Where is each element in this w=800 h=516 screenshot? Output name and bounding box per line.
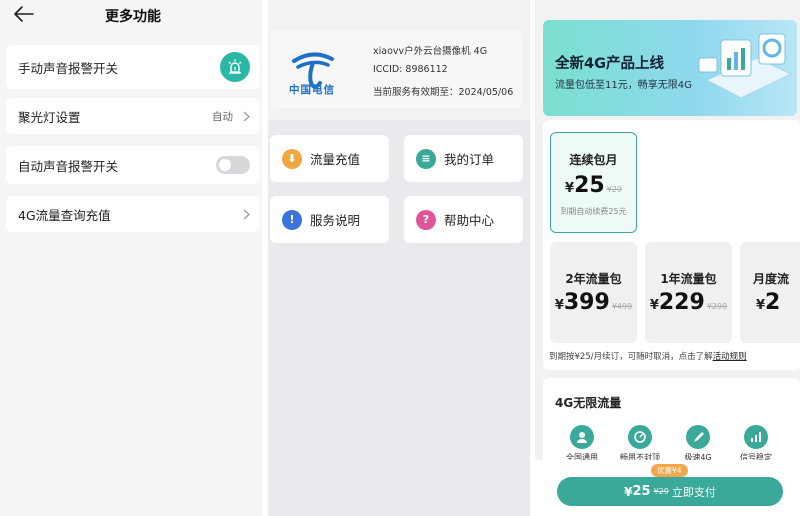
plan-price: ¥2 bbox=[756, 290, 800, 315]
features-title: 4G无限流量 bbox=[555, 396, 622, 410]
currency-symbol: ¥ bbox=[624, 484, 633, 499]
pay-original-price: ¥29 bbox=[653, 487, 669, 496]
rocket-icon bbox=[686, 425, 710, 449]
data-recharge-tile[interactable]: ⬇ 流量充值 bbox=[270, 135, 389, 182]
arrow-left-icon[interactable] bbox=[13, 4, 35, 24]
download-icon: ⬇ bbox=[282, 148, 302, 169]
price-value: 2 bbox=[765, 290, 781, 315]
feature-label: 极速4G bbox=[684, 453, 712, 460]
alarm-icon bbox=[228, 59, 242, 74]
currency-symbol: ¥ bbox=[756, 298, 766, 313]
manual-alarm-row: 手动声音报警开关 bbox=[6, 45, 260, 89]
pay-now-button[interactable]: ¥25 ¥29 立即支付 bbox=[557, 477, 783, 506]
data-query-recharge-row[interactable]: 4G流量查询充值 bbox=[6, 196, 260, 232]
expiry-text: 当前服务有效期至：2024/05/06 bbox=[373, 87, 514, 98]
page-title: 更多功能 bbox=[105, 9, 161, 25]
original-price: ¥29 bbox=[606, 185, 622, 194]
auto-alarm-row: 自动声音报警开关 bbox=[6, 146, 260, 184]
tile-label: 流量充值 bbox=[310, 152, 361, 167]
spotlight-value: 自动 bbox=[212, 110, 233, 123]
feature-label: 畅用不封顶 bbox=[620, 453, 660, 460]
rules-link[interactable]: 活动规则 bbox=[713, 352, 747, 362]
banner-title: 全新4G产品上线 bbox=[555, 56, 664, 72]
service-panel: 中国电信 xiaovv户外云台摄像机 4G ICCID: 8986112 当前服… bbox=[268, 0, 530, 516]
plan-price: ¥229 ¥299 bbox=[645, 290, 732, 315]
chevron-right-icon bbox=[243, 111, 250, 121]
spotlight-label: 聚光灯设置 bbox=[18, 109, 81, 125]
plan-panel: 全新4G产品上线 流量包低至11元，畅享无限4G 连续包月 ¥25 ¥29 到期自… bbox=[535, 0, 800, 516]
user-icon bbox=[570, 425, 594, 449]
operator-logo-text: 中国电信 bbox=[289, 84, 335, 96]
plan-name: 1年流量包 bbox=[660, 272, 717, 286]
signal-icon bbox=[744, 425, 768, 449]
currency-symbol: ¥ bbox=[649, 298, 659, 313]
auto-alarm-toggle[interactable] bbox=[216, 156, 250, 174]
info-icon: ! bbox=[282, 209, 302, 230]
plan-name: 月度流 bbox=[753, 272, 790, 286]
gauge-icon bbox=[628, 425, 652, 449]
device-info-card: 中国电信 xiaovv户外云台摄像机 4G ICCID: 8986112 当前服… bbox=[270, 30, 523, 108]
original-price: ¥299 bbox=[706, 302, 728, 311]
feature-item: 极速4G bbox=[673, 425, 723, 460]
tile-label: 帮助中心 bbox=[444, 213, 495, 228]
chevron-right-icon bbox=[243, 209, 250, 219]
tile-label: 服务说明 bbox=[310, 213, 361, 228]
plan-name: 2年流量包 bbox=[565, 272, 622, 286]
tile-label: 我的订单 bbox=[444, 152, 495, 167]
pay-label: 立即支付 bbox=[671, 485, 716, 499]
settings-panel: 更多功能 手动声音报警开关 聚光灯设置 自动 自动声音报警开关 4G流量查询充值 bbox=[0, 0, 262, 516]
currency-symbol: ¥ bbox=[565, 181, 575, 196]
service-tiles-area: ⬇ 流量充值 ≡ 我的订单 ! 服务说明 ? 帮助中心 bbox=[268, 120, 530, 516]
manual-alarm-label: 手动声音报警开关 bbox=[18, 60, 119, 76]
iccid-text: ICCID: 8986112 bbox=[373, 64, 448, 75]
banner-subtitle: 流量包低至11元，畅享无限4G bbox=[555, 80, 692, 91]
order-icon: ≡ bbox=[416, 148, 436, 169]
currency-symbol: ¥ bbox=[554, 298, 564, 313]
banner-illustration bbox=[698, 33, 793, 99]
plan-name: 连续包月 bbox=[569, 153, 618, 167]
pay-price: 25 bbox=[632, 484, 651, 499]
renewal-description: 到期按¥25/月续订，可随时取消，点击了解活动规则 bbox=[549, 350, 747, 362]
service-info-tile[interactable]: ! 服务说明 bbox=[270, 196, 389, 243]
plan-card-monthly-pack[interactable]: 月度流 ¥2 bbox=[740, 242, 800, 343]
original-price: ¥499 bbox=[611, 302, 633, 311]
promo-banner[interactable]: 全新4G产品上线 流量包低至11元，畅享无限4G bbox=[543, 20, 797, 116]
plan-price: ¥25 ¥29 bbox=[551, 173, 636, 198]
auto-alarm-label: 自动声音报警开关 bbox=[18, 158, 119, 174]
my-orders-tile[interactable]: ≡ 我的订单 bbox=[404, 135, 523, 182]
discount-badge: 优惠¥4 bbox=[651, 464, 688, 477]
plan-note: 到期自动续费25元 bbox=[560, 207, 627, 216]
plan-card-2year[interactable]: 2年流量包 ¥399 ¥499 bbox=[550, 242, 637, 343]
price-value: 399 bbox=[563, 290, 610, 315]
feature-item: 全国通用 bbox=[557, 425, 607, 460]
plans-section: 连续包月 ¥25 ¥29 到期自动续费25元 2年流量包 ¥399 ¥499 1年流… bbox=[543, 120, 800, 370]
feature-label: 全国通用 bbox=[566, 453, 598, 460]
plan-card-monthly[interactable]: 连续包月 ¥25 ¥29 到期自动续费25元 bbox=[550, 132, 637, 233]
alarm-icon-button[interactable] bbox=[220, 52, 250, 82]
renewal-text: 到期按¥25/月续订，可随时取消，点击了解 bbox=[549, 352, 713, 362]
plan-price: ¥399 ¥499 bbox=[550, 290, 637, 315]
settings-header: 更多功能 bbox=[0, 0, 262, 30]
device-name: xiaovv户外云台摄像机 4G bbox=[373, 46, 488, 57]
feature-item: 畅用不封顶 bbox=[615, 425, 665, 460]
pay-bar: ¥25 ¥29 立即支付 优惠¥4 bbox=[535, 460, 800, 516]
help-center-tile[interactable]: ? 帮助中心 bbox=[404, 196, 523, 243]
price-value: 229 bbox=[658, 290, 705, 315]
feature-item: 信号稳定 bbox=[731, 425, 781, 460]
help-icon: ? bbox=[416, 209, 436, 230]
price-value: 25 bbox=[574, 173, 605, 198]
plan-card-1year[interactable]: 1年流量包 ¥229 ¥299 bbox=[645, 242, 732, 343]
feature-label: 信号稳定 bbox=[740, 453, 772, 460]
data-query-label: 4G流量查询充值 bbox=[18, 207, 111, 223]
spotlight-settings-row[interactable]: 聚光灯设置 自动 bbox=[6, 98, 260, 134]
